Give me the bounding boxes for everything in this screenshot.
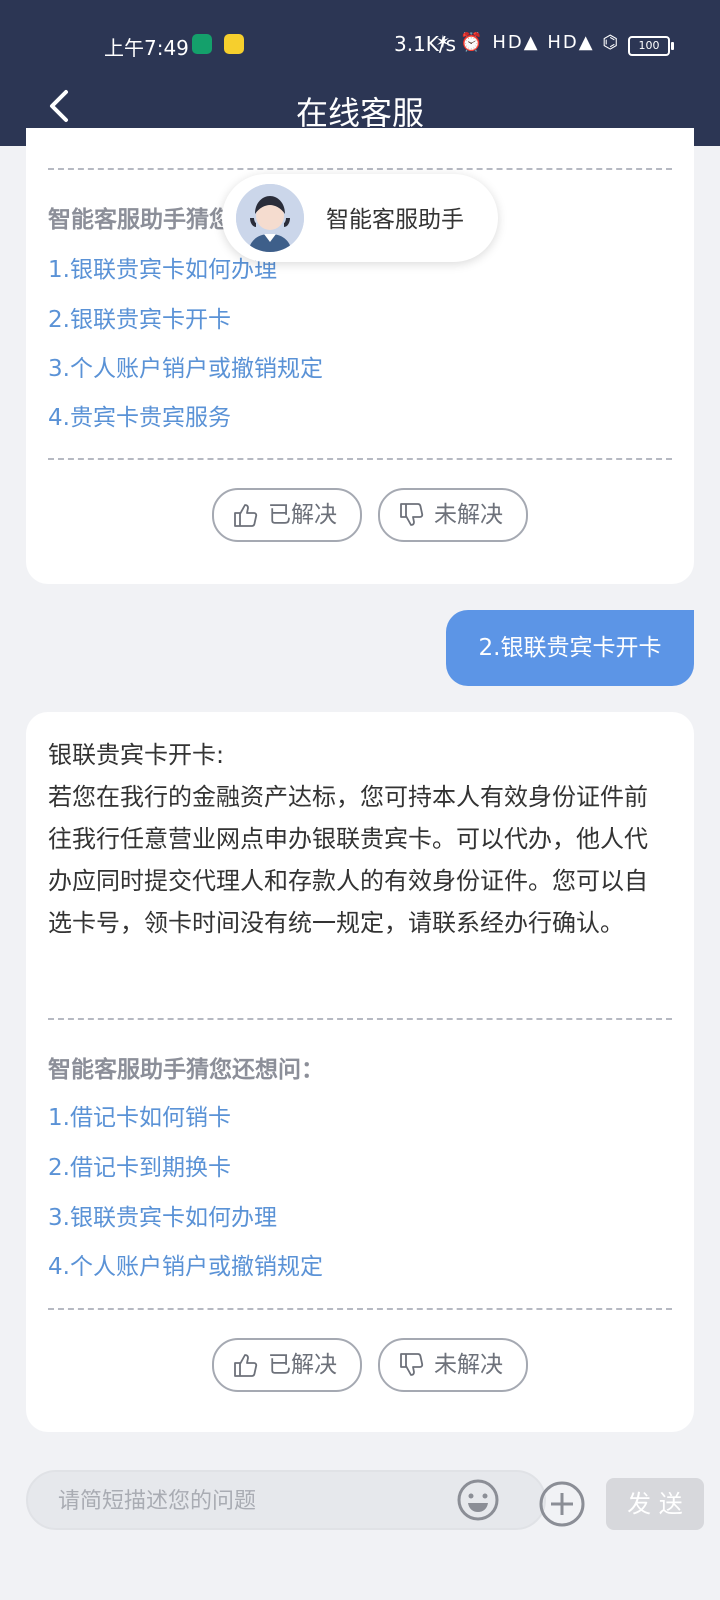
app-notification-icon-2 xyxy=(224,34,244,54)
suggest-link-1[interactable]: 1.借记卡如何销卡 xyxy=(48,1098,231,1132)
suggest-link-3[interactable]: 3.个人账户销户或撤销规定 xyxy=(48,349,323,383)
divider xyxy=(48,1018,672,1020)
resolved-label: 已解决 xyxy=(268,502,337,528)
suggest-title: 智能客服助手猜您还想问： xyxy=(48,1057,324,1083)
status-bar: 上午7:49 3.1K/s ✶ ⏰ HD▲ HD▲ ⌬ 100 xyxy=(0,28,720,68)
thumbs-up-icon xyxy=(234,1354,258,1377)
suggest-link-2[interactable]: 2.银联贵宾卡开卡 xyxy=(48,300,231,334)
input-bar: 请简短描述您的问题 发 送 xyxy=(0,1456,720,1600)
suggest-link-2[interactable]: 2.借记卡到期换卡 xyxy=(48,1148,231,1182)
suggest-link-3[interactable]: 3.银联贵宾卡如何办理 xyxy=(48,1198,277,1232)
unresolved-label: 未解决 xyxy=(434,502,503,528)
status-icons: ✶ ⏰ HD▲ HD▲ ⌬ xyxy=(435,32,620,53)
agent-name: 智能客服助手 xyxy=(326,207,464,233)
status-time: 上午7:49 xyxy=(104,36,189,60)
suggest-link-4[interactable]: 4.贵宾卡贵宾服务 xyxy=(48,398,231,432)
user-message: 2.银联贵宾卡开卡 xyxy=(446,610,694,686)
plus-icon[interactable] xyxy=(538,1480,586,1528)
thumbs-down-icon xyxy=(400,503,424,526)
unresolved-button[interactable]: 未解决 xyxy=(378,488,528,542)
divider xyxy=(48,1308,672,1310)
answer-text: 银联贵宾卡开卡: 若您在我行的金融资产达标，您可持本人有效身份证件前往我行任意营… xyxy=(48,741,648,937)
unresolved-label: 未解决 xyxy=(434,1352,503,1378)
emoji-icon[interactable] xyxy=(456,1478,500,1522)
chat-card-2: 银联贵宾卡开卡: 若您在我行的金融资产达标，您可持本人有效身份证件前往我行任意营… xyxy=(26,712,694,1432)
agent-avatar xyxy=(236,184,304,252)
unresolved-button[interactable]: 未解决 xyxy=(378,1338,528,1392)
thumbs-down-icon xyxy=(400,1353,424,1376)
resolved-label: 已解决 xyxy=(268,1352,337,1378)
battery-icon: 100 xyxy=(628,36,674,56)
send-button[interactable]: 发 送 xyxy=(606,1478,704,1530)
resolved-button[interactable]: 已解决 xyxy=(212,488,362,542)
thumbs-up-icon xyxy=(234,504,258,527)
agent-badge: 智能客服助手 xyxy=(222,174,498,262)
suggest-link-4[interactable]: 4.个人账户销户或撤销规定 xyxy=(48,1247,323,1281)
resolved-button[interactable]: 已解决 xyxy=(212,1338,362,1392)
divider xyxy=(48,168,672,170)
app-notification-icon xyxy=(192,34,212,54)
top-bar: 上午7:49 3.1K/s ✶ ⏰ HD▲ HD▲ ⌬ 100 在线客服 xyxy=(0,0,720,146)
divider xyxy=(48,458,672,460)
